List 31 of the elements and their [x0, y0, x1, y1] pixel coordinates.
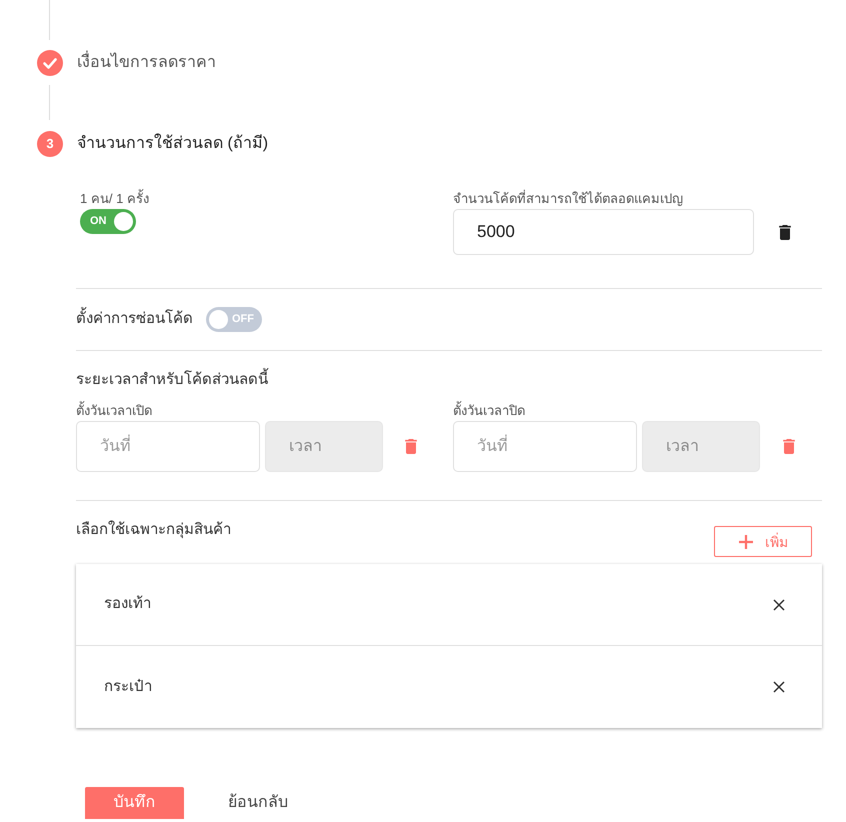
quantity-field[interactable]: 5000	[453, 209, 754, 255]
close-icon[interactable]	[773, 681, 785, 693]
step-label: เงื่อนไขการลดราคา	[77, 53, 216, 73]
date-field[interactable]: วันที่	[453, 421, 637, 472]
toggle-switch[interactable]: OFF	[206, 307, 262, 332]
section-title: ระยะเวลาสำหรับโค้ดส่วนลดนี้	[76, 370, 268, 390]
close-icon[interactable]	[773, 598, 785, 610]
field-label: ตั้งวันเวลาปิด	[453, 402, 525, 420]
field-label: 1 คน/ 1 ครั้ง	[80, 190, 149, 208]
time-field: เวลา	[642, 421, 760, 472]
plus-icon	[739, 534, 753, 548]
toggle-knob	[114, 212, 133, 231]
step-number: 3	[37, 131, 63, 157]
setting-label: ตั้งค่าการซ่อนโค้ด	[76, 308, 193, 331]
save-button[interactable]: บันทึก	[85, 787, 184, 819]
step-connector	[49, 0, 50, 40]
time-field: เวลา	[265, 421, 383, 472]
check-circle-icon	[37, 50, 63, 76]
field-label: จำนวนโค้ดที่สามารถใช้ได้ตลอดแคมเปญ	[453, 190, 683, 208]
add-button[interactable]: เพิ่ม	[714, 526, 812, 557]
product-group-name: รองเท้า	[104, 594, 151, 614]
toggle-switch[interactable]: ON	[80, 209, 136, 234]
step-label: จำนวนการใช้ส่วนลด (ถ้ามี)	[77, 134, 268, 154]
product-group-name: กระเป๋า	[104, 676, 152, 697]
section-title: เลือกใช้เฉพาะกลุ่มสินค้า	[76, 520, 231, 540]
trash-icon[interactable]	[779, 224, 791, 240]
back-button[interactable]: ย้อนกลับ	[228, 791, 288, 815]
date-field[interactable]: วันที่	[76, 421, 260, 472]
field-label: ตั้งวันเวลาเปิด	[76, 402, 152, 420]
step-connector	[49, 85, 50, 120]
toggle-knob	[209, 310, 228, 329]
